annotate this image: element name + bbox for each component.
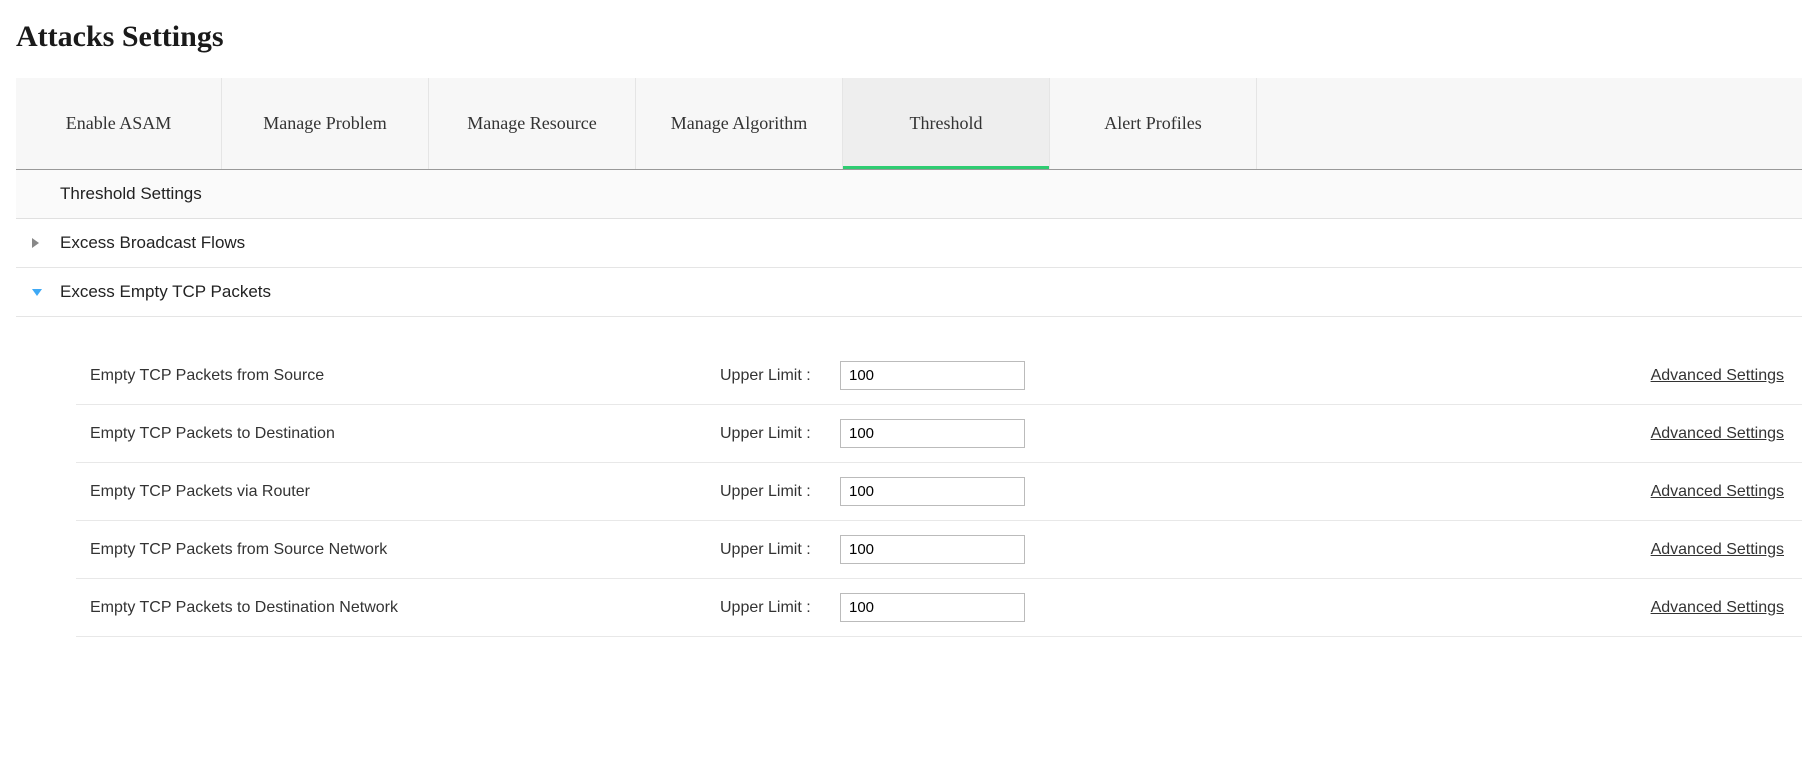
upper-limit-input[interactable] [840,419,1025,448]
upper-limit-label: Upper Limit : [720,541,840,559]
accordion-header-broadcast[interactable]: Excess Broadcast Flows [16,219,1802,267]
accordion-item-tcp: Excess Empty TCP Packets [16,268,1802,317]
upper-limit-input[interactable] [840,477,1025,506]
setting-row: Empty TCP Packets to Destination Upper L… [76,405,1802,463]
setting-row: Empty TCP Packets via Router Upper Limit… [76,463,1802,521]
setting-row: Empty TCP Packets to Destination Network… [76,579,1802,637]
advanced-settings-link[interactable]: Advanced Settings [1651,541,1784,558]
upper-limit-input[interactable] [840,361,1025,390]
page-title: Attacks Settings [16,20,1802,54]
tab-alert-profiles[interactable]: Alert Profiles [1050,78,1257,169]
chevron-right-icon [32,238,60,248]
chevron-down-icon [32,289,60,296]
setting-label: Empty TCP Packets from Source Network [90,541,720,559]
section-header: Threshold Settings [16,170,1802,219]
setting-label: Empty TCP Packets via Router [90,483,720,501]
accordion-title: Excess Broadcast Flows [60,233,245,253]
setting-row: Empty TCP Packets from Source Upper Limi… [76,347,1802,405]
advanced-settings-link[interactable]: Advanced Settings [1651,367,1784,384]
upper-limit-label: Upper Limit : [720,367,840,385]
setting-row: Empty TCP Packets from Source Network Up… [76,521,1802,579]
accordion-body-tcp: Empty TCP Packets from Source Upper Limi… [16,317,1802,637]
advanced-settings-link[interactable]: Advanced Settings [1651,599,1784,616]
tabs-bar: Enable ASAM Manage Problem Manage Resour… [16,78,1802,170]
accordion-item-broadcast: Excess Broadcast Flows [16,219,1802,268]
tab-manage-problem[interactable]: Manage Problem [222,78,429,169]
upper-limit-label: Upper Limit : [720,599,840,617]
setting-label: Empty TCP Packets from Source [90,367,720,385]
tab-manage-resource[interactable]: Manage Resource [429,78,636,169]
upper-limit-label: Upper Limit : [720,483,840,501]
upper-limit-input[interactable] [840,535,1025,564]
upper-limit-label: Upper Limit : [720,425,840,443]
tab-enable-asam[interactable]: Enable ASAM [16,78,222,169]
tab-filler [1257,78,1802,169]
accordion-header-tcp[interactable]: Excess Empty TCP Packets [16,268,1802,316]
setting-label: Empty TCP Packets to Destination Network [90,599,720,617]
setting-label: Empty TCP Packets to Destination [90,425,720,443]
tab-threshold[interactable]: Threshold [843,78,1050,169]
advanced-settings-link[interactable]: Advanced Settings [1651,483,1784,500]
tab-manage-algorithm[interactable]: Manage Algorithm [636,78,843,169]
advanced-settings-link[interactable]: Advanced Settings [1651,425,1784,442]
upper-limit-input[interactable] [840,593,1025,622]
accordion-title: Excess Empty TCP Packets [60,282,271,302]
